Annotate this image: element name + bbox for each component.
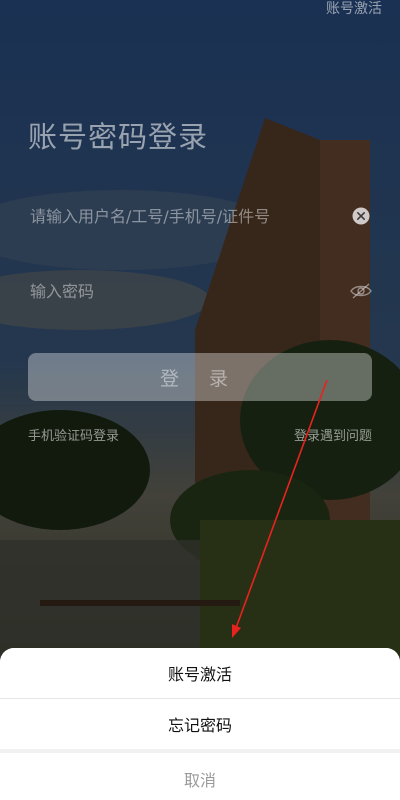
login-options-row: 手机验证码登录 登录遇到问题 (28, 425, 372, 444)
account-activation-link[interactable]: 账号激活 (326, 0, 382, 18)
sheet-cancel-button[interactable]: 取消 (0, 753, 400, 800)
sms-login-link[interactable]: 手机验证码登录 (28, 425, 119, 444)
eye-off-icon[interactable] (350, 280, 372, 302)
login-button[interactable]: 登 录 (28, 353, 372, 401)
sheet-item-forgot-password[interactable]: 忘记密码 (0, 698, 400, 749)
action-sheet: 账号激活 忘记密码 取消 (0, 648, 400, 800)
clear-circle-icon[interactable] (350, 205, 372, 227)
username-input[interactable] (28, 205, 350, 227)
page-title: 账号密码登录 (28, 120, 209, 154)
username-field (28, 198, 372, 234)
password-field (28, 273, 372, 309)
password-input[interactable] (28, 280, 350, 302)
login-trouble-link[interactable]: 登录遇到问题 (294, 425, 372, 444)
sheet-item-account-activation[interactable]: 账号激活 (0, 648, 400, 698)
